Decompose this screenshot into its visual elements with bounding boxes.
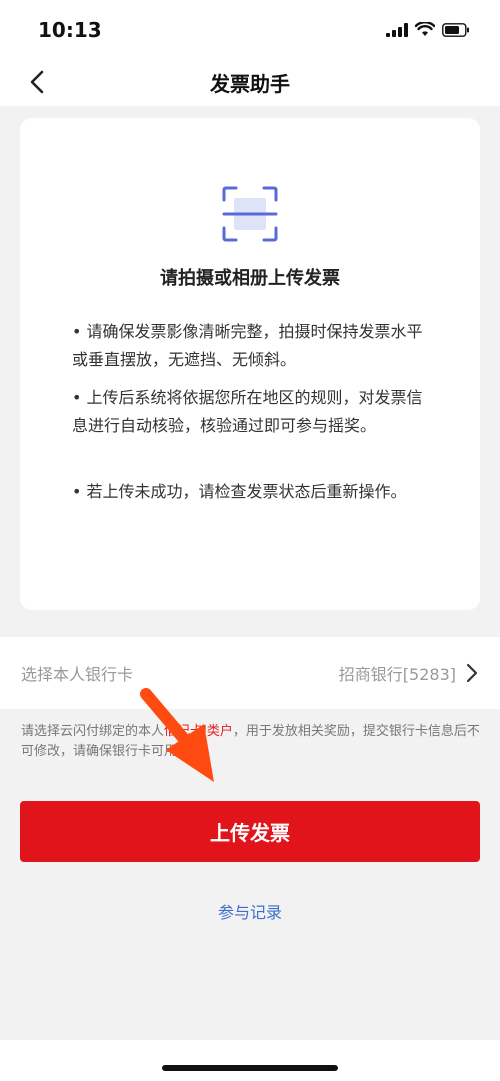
wifi-icon xyxy=(415,22,435,36)
scan-icon[interactable] xyxy=(220,184,280,244)
home-bar[interactable] xyxy=(162,1065,338,1071)
tip-text: • 请确保发票影像清晰完整，拍摄时保持发票水平或垂直摆放，无遮挡、无倾斜。 xyxy=(72,322,423,369)
notice-highlight: 借记卡Ⅰ类户 xyxy=(164,724,233,739)
home-indicator xyxy=(0,1040,500,1081)
chevron-right-icon xyxy=(466,663,478,683)
signal-icon xyxy=(386,22,408,37)
page-title: 发票助手 xyxy=(210,72,290,96)
status-bar: 10:13 xyxy=(0,0,500,58)
tip-text: • 上传后系统将依据您所在地区的规则，对发票信息进行自动核验，核验通过即可参与摇… xyxy=(72,388,423,435)
status-time: 10:13 xyxy=(38,18,102,42)
bank-card-label: 选择本人银行卡 xyxy=(21,665,134,684)
participation-records-link[interactable]: 参与记录 xyxy=(0,899,500,923)
notice-text: 请选择云闪付绑定的本人 xyxy=(21,724,165,739)
nav-bar: 发票助手 xyxy=(0,58,500,106)
bank-card-notice: 请选择云闪付绑定的本人借记卡Ⅰ类户，用于发放相关奖励，提交银行卡信息后不可修改，… xyxy=(21,722,481,762)
bank-card-value: 招商银行[5283] xyxy=(338,665,456,684)
status-icons xyxy=(386,22,470,37)
upload-invoice-button[interactable]: 上传发票 xyxy=(20,801,480,862)
bank-card-selector[interactable]: 选择本人银行卡 招商银行[5283] xyxy=(0,637,500,709)
battery-icon xyxy=(442,22,469,37)
card-title: 请拍摄或相册上传发票 xyxy=(160,268,340,289)
upload-guide-card: 请拍摄或相册上传发票 • 请确保发票影像清晰完整，拍摄时保持发票水平或垂直摆放，… xyxy=(20,118,480,610)
tip-text: • 若上传未成功，请检查发票状态后重新操作。 xyxy=(72,482,407,501)
